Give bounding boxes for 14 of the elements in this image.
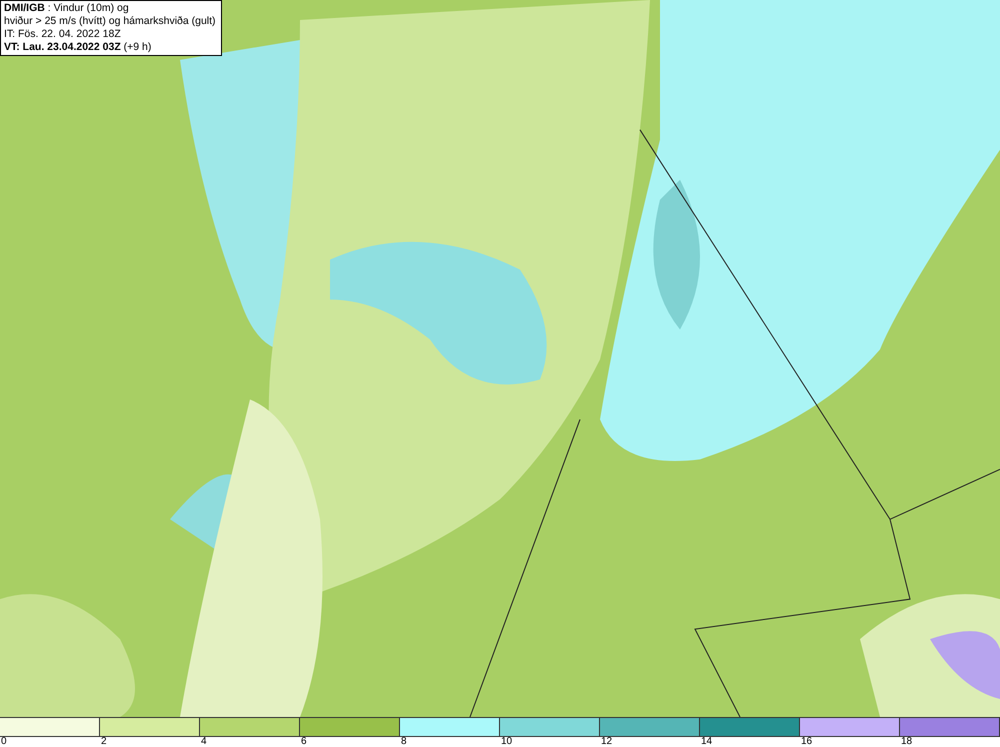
legend-line: IT: Fös. 22. 04. 2022 18Z xyxy=(4,28,122,41)
legend-line: DMI/IGB : Vindur (10m) og xyxy=(4,2,130,15)
colorbar-tick-label: 10 xyxy=(501,736,512,747)
colorbar-tick-label: 4 xyxy=(201,736,207,747)
legend-line: hviður > 25 m/s (hvítt) og hámarkshviða (gult) xyxy=(4,15,217,28)
colorbar-tick-label: 18 xyxy=(901,736,912,747)
colorbar-tick-label: 16 xyxy=(801,736,812,747)
colorbar-tick-label: 6 xyxy=(301,736,307,747)
colorbar-tick-label: 12 xyxy=(601,736,612,747)
colorbar-tick-label: 8 xyxy=(401,736,407,747)
legend-line: VT: Lau. 23.04.2022 03Z (+9 h) xyxy=(4,41,152,54)
colorbar-tick-label: 0 xyxy=(1,736,7,747)
colorbar-tick-label: 14 xyxy=(701,736,712,747)
colorbar-tick-label: 2 xyxy=(101,736,107,747)
